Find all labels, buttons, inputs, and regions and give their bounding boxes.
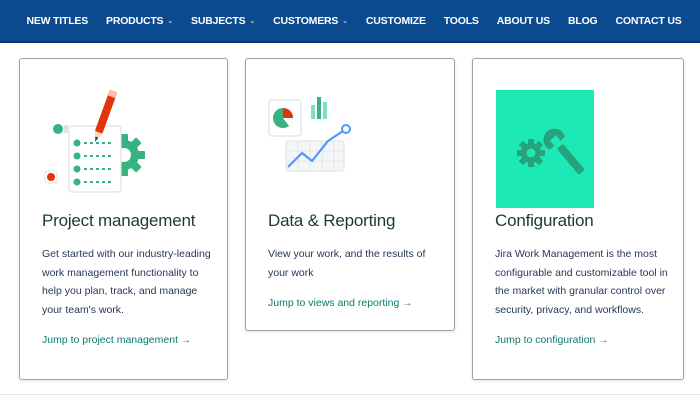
checklist-gear-icon <box>44 89 145 193</box>
nav-menu: NEW TITLES PRODUCTS ⌄ SUBJECTS ⌄ CUSTOMERS… <box>9 0 690 41</box>
card-title: Configuration <box>495 211 594 230</box>
nav-item-blog[interactable]: BLOG <box>568 15 598 27</box>
top-navigation-bar: NEW TITLES PRODUCTS ⌄ SUBJECTS ⌄ CUSTOMERS… <box>0 0 700 43</box>
page-divider <box>0 394 700 395</box>
link-label: Jump to project management <box>42 334 178 346</box>
nav-item-products[interactable]: PRODUCTS ⌄ <box>106 15 173 27</box>
nav-label: CUSTOMERS <box>273 14 339 27</box>
nav-label: SUBJECTS <box>191 14 246 27</box>
card-description: View your work, and the results of your … <box>268 248 426 279</box>
nav-label: ABOUT US <box>496 14 550 27</box>
nav-label: TOOLS <box>443 14 479 27</box>
card-description: Get started with our industry-leading wo… <box>42 248 211 316</box>
arrow-right-icon: → <box>181 335 191 346</box>
chevron-down-icon: ⌄ <box>167 17 174 25</box>
jump-to-views-and-reporting-link[interactable]: Jump to views and reporting → <box>268 297 412 309</box>
link-label: Jump to views and reporting <box>268 297 400 309</box>
nav-item-customize[interactable]: CUSTOMIZE <box>366 15 426 27</box>
nav-item-about-us[interactable]: ABOUT US <box>497 15 550 27</box>
nav-item-new-titles[interactable]: NEW TITLES <box>26 15 88 27</box>
nav-label: NEW TITLES <box>26 14 89 27</box>
nav-label: CUSTOMIZE <box>365 14 426 27</box>
feature-card-project-management: Project management Get started with our … <box>19 58 228 380</box>
chart-report-icon <box>268 97 351 172</box>
gear-wrench-icon <box>496 90 594 208</box>
feature-card-data-reporting: Data & Reporting View your work, and the… <box>245 58 455 331</box>
arrow-right-icon: → <box>402 298 413 309</box>
chevron-down-icon: ⌄ <box>342 17 348 25</box>
card-description: Jira Work Management is the most configu… <box>495 248 668 316</box>
nav-label: CONTACT US <box>615 14 682 27</box>
link-label: Jump to configuration <box>495 334 596 346</box>
nav-label: BLOG <box>567 14 598 27</box>
jump-to-project-management-link[interactable]: Jump to project management → <box>42 334 191 346</box>
arrow-right-icon: → <box>598 335 609 346</box>
nav-item-contact-us[interactable]: CONTACT US <box>616 15 682 27</box>
card-title: Data & Reporting <box>268 211 396 230</box>
nav-item-customers[interactable]: CUSTOMERS ⌄ <box>273 15 348 27</box>
nav-item-subjects[interactable]: SUBJECTS ⌄ <box>191 15 255 27</box>
chevron-down-icon: ⌄ <box>249 17 256 25</box>
nav-item-tools[interactable]: TOOLS <box>444 15 479 27</box>
feature-card-configuration: Configuration Jira Work Management is th… <box>472 58 684 380</box>
jump-to-configuration-link[interactable]: Jump to configuration → <box>495 334 608 346</box>
card-title: Project management <box>42 211 196 230</box>
nav-label: PRODUCTS <box>106 14 164 27</box>
